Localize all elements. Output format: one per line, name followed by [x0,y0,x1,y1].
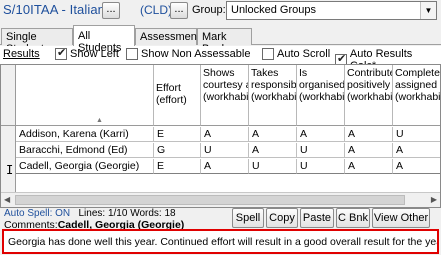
comment-textarea[interactable]: Georgia has done well this year. Continu… [2,229,439,254]
lines-count: Lines: 1/10 [78,208,128,219]
auto-scroll-checkbox[interactable] [262,48,274,60]
results-label: Results [3,48,40,60]
column-header-line: (workhabit [299,91,345,103]
auto-scroll-label: Auto Scroll [277,48,331,60]
sort-arrow-icon: ▲ [96,117,103,124]
column-header-line: (workhabit [395,91,441,103]
column-header-line: assigned t [395,79,441,91]
column-header-completes[interactable]: Completes assigned t (workhabit [393,65,441,126]
table-cell[interactable]: E [154,127,201,142]
results-grid[interactable]: ▲ Effort (effort) Shows courtesy a (work… [0,64,441,208]
column-header-line: Completes [395,67,441,79]
corner-cell [1,65,16,126]
tab-all-students[interactable]: All Students [73,25,135,54]
words-count: Words: 18 [130,208,176,219]
spell-button[interactable]: Spell [232,208,264,228]
column-header-organised[interactable]: Is organised (workhabit [297,65,345,126]
table-cell[interactable]: G [154,143,201,158]
text-cursor-icon: I [6,163,14,177]
column-header-contributes[interactable]: Contribute positively (workhabit [345,65,393,126]
view-other-button[interactable]: View Other [372,208,430,228]
column-header-line: (workhabit [347,91,393,103]
column-header-line: courtesy a [203,79,249,91]
options-row: Results Show Left Show Non Assessable Au… [0,46,441,72]
copy-button[interactable]: Copy [266,208,298,228]
group-select-value: Unlocked Groups [231,4,316,16]
class-picker-button[interactable]: ... [102,2,120,19]
student-name-cell[interactable]: Cadell, Georgia (Georgie) [16,159,154,174]
tab-bar: Single Student All Students Assessment M… [0,25,441,55]
tab-mark-book[interactable]: Mark Book [197,28,252,55]
comment-bank-button[interactable]: C Bnk [336,208,370,228]
table-cell[interactable]: A [297,127,345,142]
table-cell[interactable]: A [345,159,393,174]
show-non-assessable-checkbox[interactable] [126,48,138,60]
column-header-line: Is [299,67,308,79]
table-cell[interactable]: A [249,127,297,142]
name-column-header[interactable]: ▲ [16,65,154,126]
table-cell[interactable]: U [393,127,440,142]
table-cell[interactable]: U [249,159,297,174]
scroll-left-icon[interactable]: ◀ [4,195,10,204]
auto-spell-status[interactable]: Auto Spell: ON [4,208,70,219]
column-header-effort[interactable]: Effort (effort) [154,65,201,126]
show-non-assessable-label: Show Non Assessable [141,48,251,60]
column-header-line: positively [347,79,391,91]
table-cell[interactable]: A [393,159,440,174]
table-cell[interactable]: A [201,159,249,174]
column-header-line: Contribute [347,67,393,79]
tab-assessment[interactable]: Assessment [135,28,200,45]
show-non-assessable-option[interactable]: Show Non Assessable [126,48,250,60]
column-header-courtesy[interactable]: Shows courtesy a (workhabit [201,65,249,126]
status-line: Auto Spell: ON Lines: 1/10 Words: 18 [4,208,176,219]
table-cell[interactable]: A [393,143,440,158]
cld-label: (CLD) [140,3,172,17]
column-header-line: (workhabit [251,91,297,103]
column-header-line: (effort) [156,94,187,106]
table-cell[interactable]: A [201,127,249,142]
column-header-line: organised [299,79,345,91]
column-header-line: (workhabit [203,91,249,103]
scroll-right-icon[interactable]: ▶ [431,195,437,204]
student-name-cell[interactable]: Baracchi, Edmond (Ed) [16,143,154,158]
paste-button[interactable]: Paste [300,208,334,228]
table-cell[interactable]: U [201,143,249,158]
group-select[interactable]: Unlocked Groups ▼ [226,1,437,20]
class-title: S/10ITAA - Italian [3,2,105,17]
table-cell[interactable]: U [297,143,345,158]
horizontal-scrollbar[interactable]: ◀ ▶ [1,192,440,207]
row-header-column [1,126,16,193]
auto-scroll-option[interactable]: Auto Scroll [262,48,330,60]
student-name-cell[interactable]: Addison, Karena (Karri) [16,127,154,142]
table-cell[interactable]: U [297,159,345,174]
scrollbar-thumb[interactable] [15,195,405,205]
table-cell[interactable]: A [249,143,297,158]
show-left-checkbox[interactable] [55,46,67,60]
table-cell[interactable]: E [154,159,201,174]
chevron-down-icon[interactable]: ▼ [420,2,436,19]
table-cell[interactable]: A [345,127,393,142]
cld-picker-button[interactable]: ... [170,2,188,19]
group-label: Group: [192,4,226,16]
column-header-responsibility[interactable]: Takes responsibi (workhabit [249,65,297,126]
column-header-line: responsibi [251,79,297,91]
tab-single-student[interactable]: Single Student [1,28,73,55]
column-header-line: Shows [203,67,235,79]
column-header-line: Takes [251,67,279,79]
column-header-line: Effort [156,82,181,94]
top-bar: S/10ITAA - Italian ... (CLD) ... Group: … [0,0,441,24]
table-cell[interactable]: A [345,143,393,158]
